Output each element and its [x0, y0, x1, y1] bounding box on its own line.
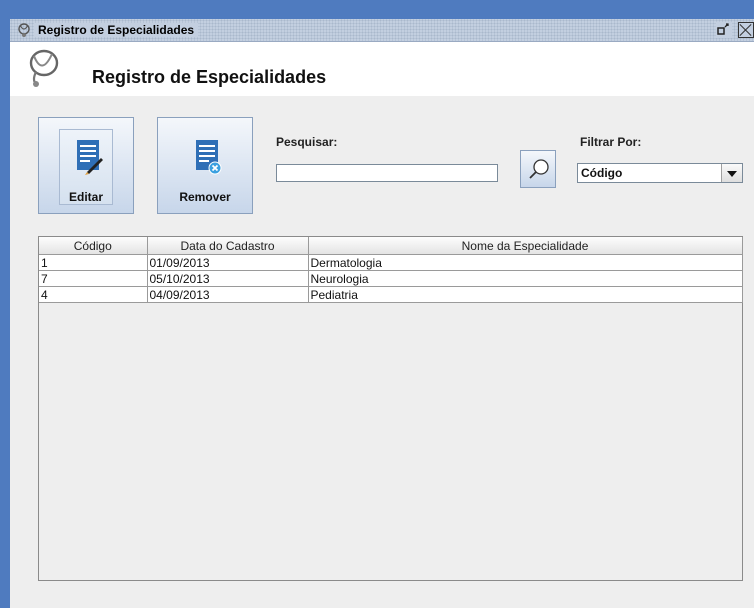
close-icon[interactable]: [738, 22, 754, 38]
search-icon: [529, 159, 549, 179]
search-button[interactable]: [520, 150, 556, 188]
cell-data-cadastro[interactable]: 04/09/2013: [147, 286, 309, 303]
edit-button[interactable]: Editar: [38, 117, 134, 214]
remove-button-label: Remover: [179, 190, 231, 204]
edit-button-label: Editar: [68, 190, 103, 204]
restore-icon[interactable]: [716, 22, 732, 38]
stethoscope-icon: [18, 23, 30, 37]
table-header-row: Código Data do Cadastro Nome da Especial…: [39, 237, 743, 255]
search-input[interactable]: [276, 164, 498, 182]
column-header-nome-especialidade[interactable]: Nome da Especialidade: [308, 237, 743, 255]
cell-codigo[interactable]: 7: [39, 270, 148, 287]
filter-selected-value: Código: [581, 166, 623, 180]
table-row[interactable]: 1 01/09/2013 Dermatologia: [39, 254, 743, 271]
cell-nome-especialidade[interactable]: Neurologia: [308, 270, 743, 287]
cell-data-cadastro[interactable]: 01/09/2013: [147, 254, 309, 271]
column-header-codigo[interactable]: Código: [39, 237, 148, 255]
edit-document-icon: [77, 140, 103, 175]
specialties-table[interactable]: Código Data do Cadastro Nome da Especial…: [38, 236, 743, 581]
remove-document-icon: [196, 140, 222, 175]
table-row[interactable]: 4 04/09/2013 Pediatria: [39, 286, 743, 303]
remove-button[interactable]: Remover: [157, 117, 253, 214]
cell-codigo[interactable]: 1: [39, 254, 148, 271]
column-header-data-cadastro[interactable]: Data do Cadastro: [147, 237, 309, 255]
chevron-down-icon[interactable]: [721, 164, 742, 182]
app-window: Registro de Especialidades Registro de E…: [10, 19, 754, 608]
title-bar[interactable]: Registro de Especialidades: [10, 19, 754, 42]
stethoscope-logo-icon: [29, 49, 59, 87]
header-band: Registro de Especialidades: [10, 42, 754, 96]
cell-data-cadastro[interactable]: 05/10/2013: [147, 270, 309, 287]
window-title: Registro de Especialidades: [34, 23, 199, 37]
search-label: Pesquisar:: [276, 135, 338, 149]
cell-codigo[interactable]: 4: [39, 286, 148, 303]
cell-nome-especialidade[interactable]: Pediatria: [308, 286, 743, 303]
filter-label: Filtrar Por:: [580, 135, 642, 149]
filter-dropdown[interactable]: Código: [577, 163, 743, 183]
cell-nome-especialidade[interactable]: Dermatologia: [308, 254, 743, 271]
table-row[interactable]: 7 05/10/2013 Neurologia: [39, 270, 743, 287]
page-title: Registro de Especialidades: [92, 67, 327, 87]
